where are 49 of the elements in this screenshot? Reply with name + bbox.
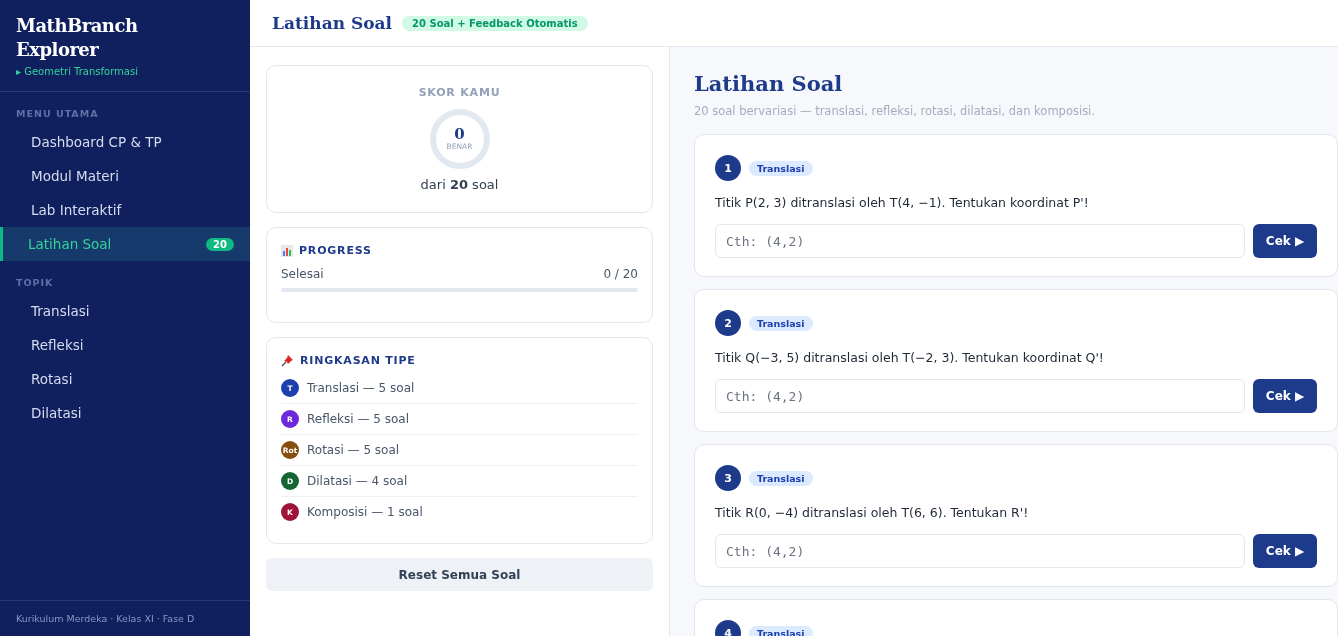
answer-field[interactable]: Cth: (4,2) (715, 224, 1245, 258)
nav-item[interactable]: Refleksi (0, 328, 250, 362)
nav-item[interactable]: Dashboard CP & TP (0, 125, 250, 159)
question-text: Titik Q(−3, 5) ditranslasi oleh T(−2, 3). Tentukan koordinat Q'! (715, 350, 1105, 365)
score-value: 0 (454, 127, 465, 142)
nav-item[interactable]: Rotasi (0, 362, 250, 396)
type-tag: Translasi (749, 315, 813, 331)
score-summary: dari 20 soal (420, 177, 499, 192)
type-label: Rotasi — 5 soal (307, 443, 400, 457)
progress-heading: PROGRESS (299, 244, 372, 257)
type-label: Dilatasi — 4 soal (307, 474, 408, 488)
question-text: Titik P(2, 3) ditranslasi oleh T(4, −1). Tentukan koordinat P'! (715, 195, 1090, 210)
type-tag: Translasi (749, 625, 813, 636)
summary-heading: RINGKASAN TIPE (300, 354, 416, 367)
section-heading: TOPIK (15, 277, 55, 290)
check-button[interactable]: Cek ▶ (1253, 379, 1317, 413)
type-label: Komposisi — 1 soal (307, 505, 423, 519)
type-label: Translasi — 5 soal (307, 381, 415, 395)
nav-item[interactable]: Dilatasi (0, 396, 250, 430)
pushpin-icon (281, 354, 294, 367)
nav-item[interactable]: Translasi (0, 294, 250, 328)
count-badge: 20 (206, 237, 234, 251)
answer-field[interactable]: Cth: (4,2) (715, 534, 1245, 568)
type-label: Refleksi — 5 soal (307, 412, 410, 426)
check-button[interactable]: Cek ▶ (1253, 224, 1317, 258)
reset-button[interactable]: Reset Semua Soal (266, 558, 653, 591)
section-heading: MENU UTAMA (15, 108, 100, 121)
progress-reading: 0 / 20 (603, 267, 638, 281)
question-number: 1 (715, 155, 741, 181)
question-text: Titik R(0, −4) ditranslasi oleh T(6, 6). Tentukan R'! (715, 505, 1030, 520)
question-number: 2 (715, 310, 741, 336)
nav-item[interactable]: Latihan Soal 20 (0, 227, 250, 261)
progress-label: Selesai (281, 267, 324, 281)
brand-subtitle: ▸ Geometri Transformasi (16, 66, 139, 77)
nav-item[interactable]: Modul Materi (0, 159, 250, 193)
type-tag: Translasi (749, 160, 813, 176)
answer-field[interactable]: Cth: (4,2) (715, 379, 1245, 413)
page-title: Latihan Soal (272, 13, 393, 33)
feature-badge: 20 Soal + Feedback Otomatis (402, 15, 588, 31)
app-brand: MathBranch Explorer (16, 14, 139, 62)
check-button[interactable]: Cek ▶ (1253, 534, 1317, 568)
bar-chart-icon (281, 244, 293, 257)
question-number: 4 (715, 620, 741, 636)
score-heading: SKOR KAMU (418, 86, 501, 99)
content-title: Latihan Soal (694, 71, 844, 96)
nav-item[interactable]: Lab Interaktif (0, 193, 250, 227)
type-tag: Translasi (749, 470, 813, 486)
question-number: 3 (715, 465, 741, 491)
content-subtitle: 20 soal bervariasi — translasi, refleksi, rotasi, dilatasi, dan komposisi. (694, 104, 1096, 118)
